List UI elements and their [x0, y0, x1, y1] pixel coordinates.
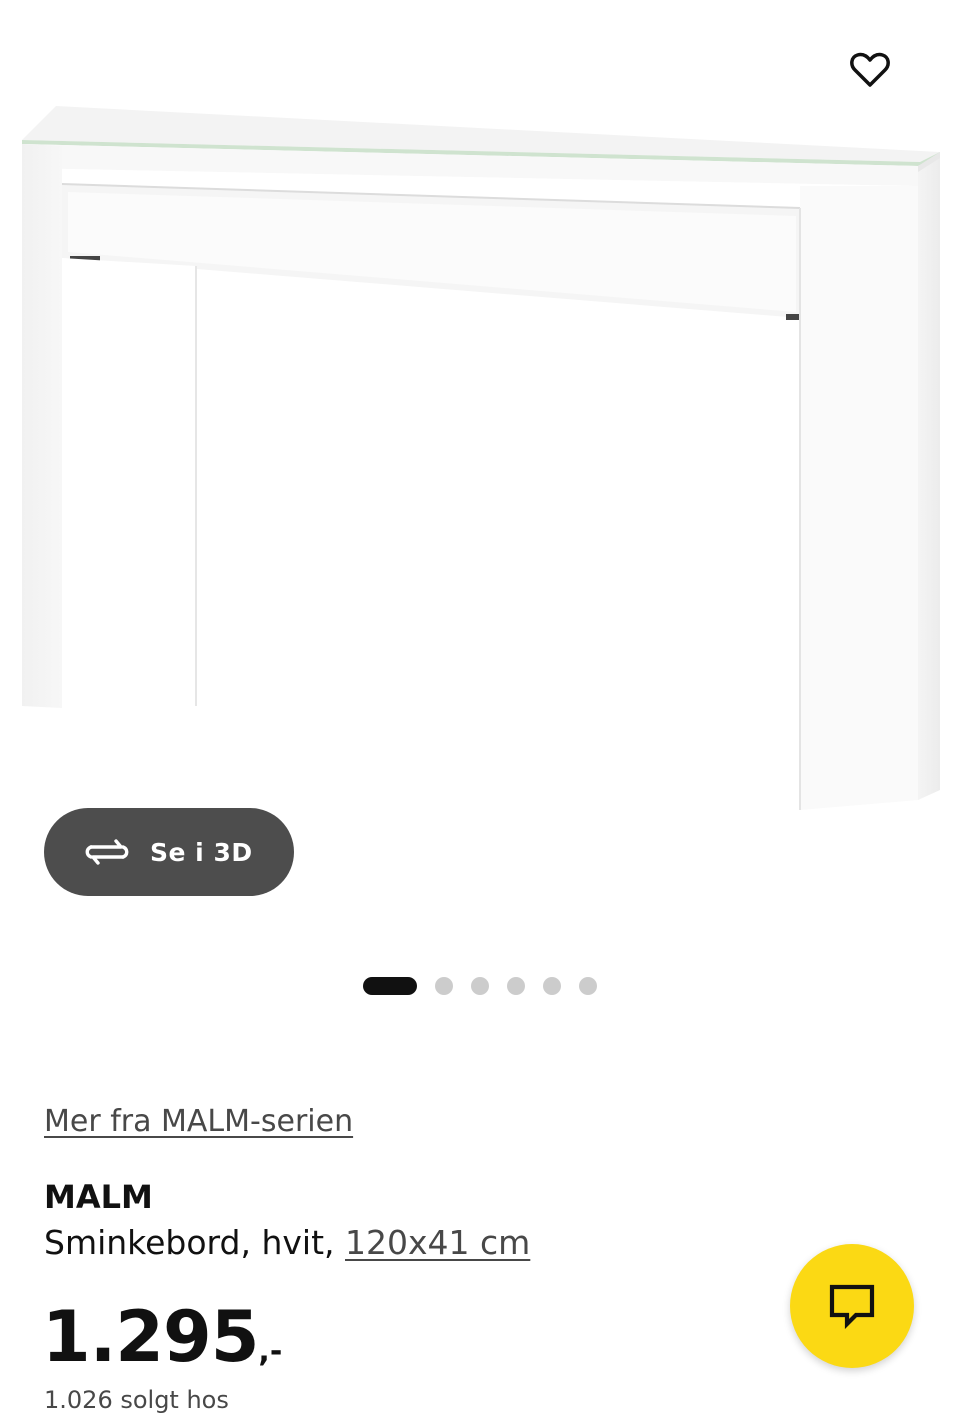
heart-outline-icon — [850, 52, 890, 87]
sales-count-text: 1.026 solgt hos — [44, 1386, 229, 1414]
view-3d-label: Se i 3D — [150, 837, 253, 867]
price-suffix: ,- — [258, 1334, 283, 1369]
carousel-pagination — [0, 976, 960, 996]
product-name: MALM — [44, 1178, 153, 1216]
product-description: Sminkebord, hvit, 120x41 cm — [44, 1223, 530, 1262]
price: 1.295 ,- — [42, 1296, 282, 1378]
series-link[interactable]: Mer fra MALM-serien — [44, 1104, 353, 1139]
price-amount: 1.295 — [42, 1296, 259, 1378]
product-description-text: Sminkebord, hvit, — [44, 1223, 335, 1262]
favorite-button[interactable] — [842, 42, 898, 98]
size-link[interactable]: 120x41 cm — [345, 1223, 530, 1262]
carousel-dot-5[interactable] — [543, 977, 561, 995]
chat-button[interactable] — [790, 1244, 914, 1368]
carousel-dot-2[interactable] — [435, 977, 453, 995]
carousel-dot-1[interactable] — [363, 977, 417, 995]
chat-bubble-icon — [829, 1284, 875, 1329]
product-gallery: Se i 3D — [0, 0, 960, 1010]
product-image[interactable] — [0, 90, 960, 830]
view-3d-button[interactable]: Se i 3D — [44, 808, 294, 896]
carousel-dot-4[interactable] — [507, 977, 525, 995]
rotate-3d-icon — [82, 836, 132, 868]
carousel-dot-6[interactable] — [579, 977, 597, 995]
carousel-dot-3[interactable] — [471, 977, 489, 995]
